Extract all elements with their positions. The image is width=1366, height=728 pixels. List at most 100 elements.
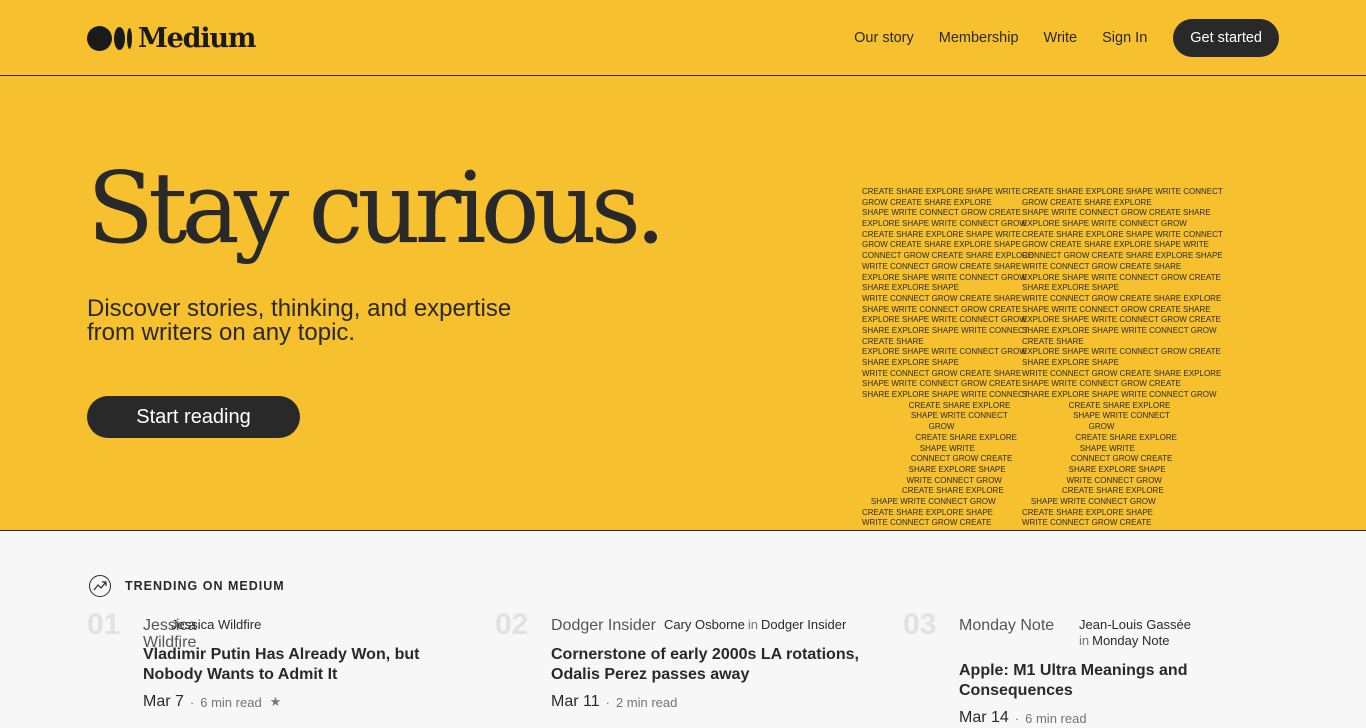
word-art-line: CREATE SHARE EXPLORE SHAPE WRITE [862,187,1021,196]
word-art-line: SHARE EXPLORE SHAPE WRITE CONNECT GROW [1022,390,1217,400]
trending-icon [89,575,111,597]
word-art-line: SHAPE WRITE CONNECT [1022,411,1171,421]
word-art-line: GROW CREATE SHARE EXPLORE [862,197,992,207]
medium-logo-icon [87,25,132,51]
word-art-line: GROW CREATE SHARE EXPLORE SHAPE WRITE [1022,240,1209,250]
trending-label: TRENDING ON MEDIUM [125,579,285,593]
word-art-line: SHAPE WRITE CONNECT GROW CREATE SHARE [1022,304,1211,314]
star-icon: ★ [269,694,282,709]
read-time: 6 min read [200,694,262,710]
word-art-line: EXPLORE SHAPE WRITE CONNECT GROW [1022,219,1187,229]
word-art-line: CREATE SHARE EXPLORE [1022,400,1171,410]
trending-number: 02 [495,608,529,641]
nav-sign-in[interactable]: Sign In [1102,30,1147,46]
word-art-line: WRITE CONNECT GROW [862,475,1002,485]
word-art-line: SHAPE WRITE [1022,443,1135,453]
word-art-line: CREATE SHARE EXPLORE [862,486,1004,496]
word-art-line: SHAPE WRITE CONNECT [862,411,1008,421]
trending-number: 01 [87,608,121,641]
word-art-line: WRITE CONNECT GROW [1022,475,1162,485]
get-started-button[interactable]: Get started [1173,19,1279,57]
word-art-line: SHARE EXPLORE SHAPE WRITE CONNECT GROW [1022,325,1217,335]
brand-name: Medium [138,22,256,54]
medium-logo[interactable]: Medium [87,22,256,54]
word-art-line: EXPLORE SHAPE WRITE CONNECT GROW [862,219,1027,229]
article-date: Mar 11 [551,693,600,710]
word-art-line: SHARE EXPLORE SHAPE [862,283,959,293]
word-art-right: CREATE SHARE EXPLORE SHAPE WRITE CONNECT… [1022,187,1223,529]
author-name[interactable]: Jessica Wildfire [171,617,261,632]
word-art-line: WRITE CONNECT GROW CREATE SHARE [862,368,1022,378]
top-nav: Our story Membership Write Sign In Get s… [829,19,1279,57]
article-date: Mar 14 [959,709,1009,726]
word-art-line: WRITE CONNECT GROW CREATE SHARE EXPLORE [1022,368,1222,378]
word-art-line: SHAPE WRITE CONNECT GROW CREATE [862,304,1021,314]
top-header: Medium Our story Membership Write Sign I… [0,0,1366,76]
nav-our-story[interactable]: Our story [854,30,914,46]
word-art-line: WRITE CONNECT GROW CREATE SHARE [862,293,1022,303]
word-art-line: CREATE SHARE EXPLORE [862,432,1017,442]
word-art-line: EXPLORE SHAPE WRITE CONNECT GROW [862,347,1027,357]
word-art-line: EXPLORE SHAPE WRITE CONNECT GROW [862,272,1027,282]
hero-section: Stay curious. Discover stories, thinking… [0,76,1366,531]
word-art-line: SHAPE WRITE CONNECT GROW [1022,496,1156,506]
word-art-line: EXPLORE SHAPE WRITE CONNECT GROW [862,315,1027,325]
word-art-line: SHAPE WRITE CONNECT GROW CREATE [1022,379,1181,389]
article-title[interactable]: Apple: M1 Ultra Meanings and Consequence… [959,661,1289,701]
word-art-line: CONNECT GROW CREATE SHARE EXPLORE SHAPE [1022,251,1223,261]
author-name[interactable]: Jean-Louis Gassée [1079,617,1191,633]
read-time: 2 min read [615,694,678,710]
word-art-line: CREATE SHARE [1022,336,1084,346]
word-art-line: CREATE SHARE EXPLORE SHAPE WRITE CONNECT [1022,187,1223,196]
article-date: Mar 7 [143,693,184,710]
word-art-line: CREATE SHARE EXPLORE SHAPE [862,507,993,517]
hero-word-art: CREATE SHARE EXPLORE SHAPE WRITE GROW CRE… [862,187,1252,530]
word-art-line: SHAPE WRITE CONNECT GROW CREATE [862,379,1021,389]
publication-avatar[interactable]: Dodger Insider [551,617,656,637]
word-art-line: CONNECT GROW CREATE [1022,454,1173,464]
word-art-line: SHARE EXPLORE SHAPE [1022,283,1119,293]
hero-title: Stay curious. [87,152,666,266]
hero-subtitle: Discover stories, thinking, and expertis… [87,295,512,346]
word-art-line: SHAPE WRITE CONNECT GROW [862,496,996,506]
word-art-line: SHARE EXPLORE SHAPE WRITE CONNECT [862,325,1029,335]
article-title[interactable]: Cornerstone of early 2000s LA rotations,… [551,645,881,685]
publication-avatar[interactable]: Monday Note [959,617,1071,637]
read-time: 6 min read [1025,710,1087,726]
word-art-line: SHAPE WRITE CONNECT GROW CREATE SHARE [1022,208,1211,218]
word-art-line: CONNECT GROW CREATE [862,454,1013,464]
publication-name[interactable]: Monday Note [1092,633,1169,648]
word-art-line: GROW CREATE SHARE EXPLORE SHAPE [862,240,1021,250]
word-art-line: SHAPE WRITE CONNECT GROW CREATE [862,208,1021,218]
nav-write[interactable]: Write [1044,30,1078,46]
word-art-line: GROW CREATE SHARE EXPLORE [1022,197,1152,207]
word-art-line: CREATE SHARE EXPLORE SHAPE [1022,507,1153,517]
word-art-line: SHARE EXPLORE SHAPE [1022,464,1166,474]
word-art-line: CREATE SHARE EXPLORE [1022,486,1164,496]
word-art-line: EXPLORE SHAPE WRITE CONNECT GROW CREATE [1022,347,1221,357]
nav-membership[interactable]: Membership [939,30,1019,46]
trending-number: 03 [903,608,937,641]
word-art-line: EXPLORE SHAPE WRITE CONNECT GROW CREATE [1022,272,1221,282]
publication-name[interactable]: Dodger Insider [761,617,846,632]
word-art-line: WRITE CONNECT GROW CREATE SHARE [1022,261,1182,271]
word-art-line: EXPLORE SHAPE WRITE CONNECT GROW CREATE [1022,315,1221,325]
author-name[interactable]: Cary Osborne [664,617,745,632]
word-art-line: SHARE EXPLORE SHAPE [862,358,959,367]
word-art-line: CREATE SHARE [862,336,924,346]
word-art-line: WRITE CONNECT GROW CREATE SHARE EXPLORE [1022,293,1222,303]
author-avatar[interactable]: Jessica Wildfire [143,617,196,651]
word-art-line: GROW [862,422,955,432]
word-art-line: CONNECT GROW CREATE SHARE EXPLORE [862,251,1034,261]
word-art-line: SHARE EXPLORE SHAPE [1022,358,1119,367]
article-title[interactable]: Vladimir Putin Has Already Won, but Nobo… [143,645,473,685]
trending-header: TRENDING ON MEDIUM [89,575,285,597]
word-art-left: CREATE SHARE EXPLORE SHAPE WRITE GROW CRE… [862,187,1033,529]
word-art-line: SHAPE WRITE [862,443,975,453]
word-art-line: SHARE EXPLORE SHAPE [862,464,1006,474]
word-art-line: SHARE EXPLORE SHAPE WRITE CONNECT [862,390,1029,400]
word-art-line: WRITE CONNECT GROW CREATE [1022,518,1152,528]
word-art-line: WRITE CONNECT GROW CREATE SHARE [862,261,1022,271]
word-art-line: WRITE CONNECT GROW CREATE [862,518,992,528]
start-reading-button[interactable]: Start reading [87,396,300,438]
